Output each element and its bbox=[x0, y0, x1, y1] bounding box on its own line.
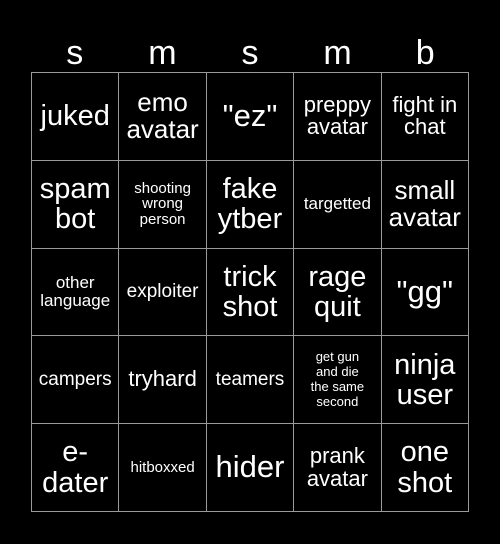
bingo-cell[interactable]: spam bot bbox=[32, 160, 119, 248]
bingo-cell[interactable]: fight in chat bbox=[381, 73, 468, 160]
bingo-header-letter-1: m bbox=[148, 34, 177, 72]
bingo-cell[interactable]: juked bbox=[32, 73, 119, 160]
bingo-cell[interactable]: get gun and die the same second bbox=[294, 336, 381, 424]
bingo-cell[interactable]: e- dater bbox=[32, 424, 119, 511]
bingo-cell[interactable]: one shot bbox=[381, 424, 468, 511]
bingo-header-letter-4: b bbox=[415, 34, 435, 72]
bingo-cell[interactable]: hider bbox=[206, 424, 294, 511]
bingo-card: s m s m b juked emo avatar "ez" preppy avatar fi… bbox=[0, 0, 500, 544]
bingo-cell[interactable]: hitboxxed bbox=[119, 424, 206, 511]
bingo-cell[interactable]: ninja user bbox=[381, 336, 468, 424]
bingo-cell[interactable]: preppy avatar bbox=[294, 73, 381, 160]
bingo-cell[interactable]: targetted bbox=[294, 160, 381, 248]
bingo-cell[interactable]: campers bbox=[32, 336, 119, 424]
bingo-header-letter-0: s bbox=[66, 34, 84, 72]
bingo-cell[interactable]: rage quit bbox=[294, 248, 381, 336]
bingo-cell[interactable]: trick shot bbox=[206, 248, 294, 336]
bingo-cell[interactable]: shooting wrong person bbox=[119, 160, 206, 248]
bingo-header-row: smsmb bbox=[31, 25, 469, 72]
bingo-cell[interactable]: small avatar bbox=[381, 160, 468, 248]
bingo-cell[interactable]: other language bbox=[32, 248, 119, 336]
bingo-header-letter-2: s bbox=[241, 34, 259, 72]
bingo-header-letter-3: m bbox=[323, 34, 352, 72]
bingo-cell[interactable]: "gg" bbox=[381, 248, 468, 336]
bingo-cell[interactable]: exploiter bbox=[119, 248, 206, 336]
bingo-grid: juked emo avatar "ez" preppy avatar fight in… bbox=[31, 72, 469, 512]
bingo-cell[interactable]: "ez" bbox=[206, 73, 294, 160]
bingo-cell[interactable]: teamers bbox=[206, 336, 294, 424]
bingo-cell[interactable]: fake ytber bbox=[206, 160, 294, 248]
bingo-cell[interactable]: tryhard bbox=[119, 336, 206, 424]
bingo-cell[interactable]: prank avatar bbox=[294, 424, 381, 511]
bingo-cell[interactable]: emo avatar bbox=[119, 73, 206, 160]
